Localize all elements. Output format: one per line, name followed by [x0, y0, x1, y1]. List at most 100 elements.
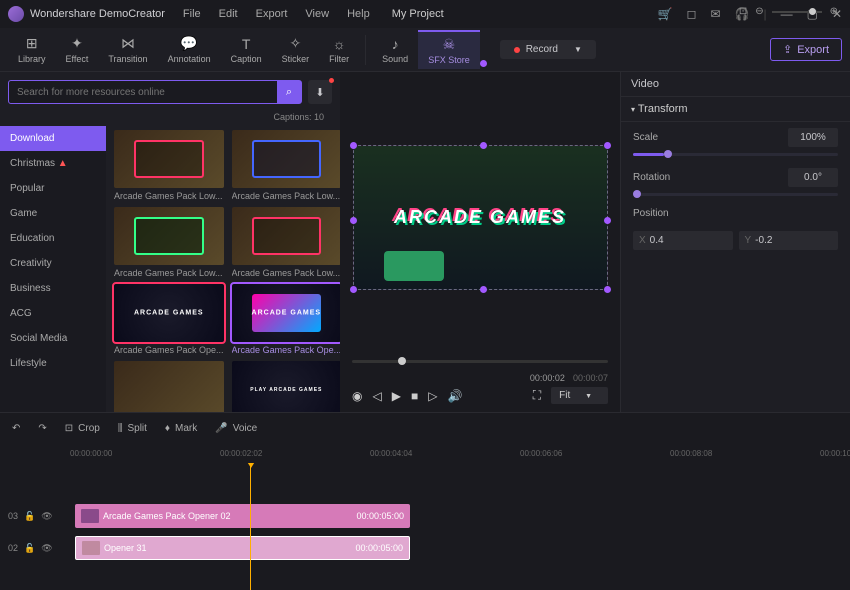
scale-slider[interactable] [633, 153, 838, 156]
menu-view[interactable]: View [305, 8, 329, 20]
category-acg[interactable]: ACG [0, 301, 106, 326]
scale-label: Scale [633, 132, 681, 143]
next-frame-icon[interactable]: ▷ [428, 389, 437, 403]
props-tab-video[interactable]: Video [621, 72, 850, 97]
redo-icon[interactable]: ↷ [38, 423, 46, 434]
category-popular[interactable]: Popular [0, 176, 106, 201]
sticker-icon: ✧ [290, 35, 302, 52]
timeline: ↶ ↷ ⊡Crop ⫼Split ♦Mark 🎤Voice ⊡ ⊖ ⊕ 00:0… [0, 412, 850, 590]
category-lifestyle[interactable]: Lifestyle [0, 351, 106, 376]
undo-icon[interactable]: ↶ [12, 423, 20, 434]
mail-icon[interactable]: ✉ [710, 7, 720, 21]
category-business[interactable]: Business [0, 276, 106, 301]
tool-sound[interactable]: ♪Sound [372, 32, 418, 68]
fit-dropdown[interactable]: Fit ▼ [551, 387, 608, 404]
record-button[interactable]: Record ▼ [500, 40, 596, 59]
main-area: ⌕ ⬇ Captions: 10 Download Christmas ▲ Po… [0, 72, 850, 412]
tool-filter[interactable]: ☼Filter [319, 32, 359, 68]
tool-caption[interactable]: TCaption [221, 32, 272, 68]
rotation-value[interactable]: 0.0° [788, 168, 838, 187]
lock-icon[interactable]: 🔓 [24, 511, 35, 522]
category-creativity[interactable]: Creativity [0, 251, 106, 276]
sound-icon: ♪ [392, 36, 399, 52]
prev-frame-icon[interactable]: ◁ [372, 389, 381, 403]
cart-icon[interactable]: 🛒 [658, 7, 673, 21]
volume-icon[interactable]: 🔊 [447, 389, 462, 403]
zoom-out-icon[interactable]: ⊖ [755, 6, 763, 17]
menu-help[interactable]: Help [347, 8, 370, 20]
position-x-input[interactable]: X0.4 [633, 231, 733, 250]
play-icon[interactable]: ▶ [392, 389, 401, 403]
props-section-transform[interactable]: ▾ Transform [621, 97, 850, 122]
eye-icon[interactable]: 👁 [41, 511, 52, 522]
category-game[interactable]: Game [0, 201, 106, 226]
tool-transition[interactable]: ⋈Transition [98, 31, 157, 68]
tool-sfx-store[interactable]: ☠SFX Store [418, 30, 480, 69]
fit-timeline-icon[interactable]: ⊡ [739, 6, 747, 17]
split-button[interactable]: ⫼Split [118, 423, 147, 434]
fullscreen-icon[interactable]: ⛶ [533, 388, 541, 403]
search-button[interactable]: ⌕ [277, 81, 301, 103]
mark-button[interactable]: ♦Mark [165, 423, 197, 434]
search-box: ⌕ [8, 80, 302, 104]
tool-annotation[interactable]: 💬Annotation [158, 31, 221, 68]
preview-scrubber[interactable] [352, 360, 608, 363]
category-download[interactable]: Download [0, 126, 106, 151]
preview-canvas[interactable]: ARCADE GAMES [352, 80, 608, 354]
rotation-label: Rotation [633, 172, 681, 183]
download-button[interactable]: ⬇ [308, 80, 332, 104]
chevron-down-icon: ▼ [574, 45, 582, 54]
tool-effect[interactable]: ✦Effect [56, 31, 99, 68]
export-button[interactable]: ⇪ Export [770, 38, 842, 61]
library-panel: ⌕ ⬇ Captions: 10 Download Christmas ▲ Po… [0, 72, 340, 412]
transition-icon: ⋈ [121, 35, 135, 52]
category-education[interactable]: Education [0, 226, 106, 251]
menubar: File Edit Export View Help [183, 8, 370, 20]
preview-frame[interactable]: ARCADE GAMES [353, 145, 608, 290]
asset-card[interactable]: PLAY ARCADE GAMES [232, 361, 340, 412]
timeline-ruler[interactable]: 00:00:00:00 00:00:02:02 00:00:04:04 00:0… [0, 443, 850, 463]
eye-icon[interactable]: 👁 [41, 543, 52, 554]
effect-icon: ✦ [71, 35, 83, 52]
zoom-in-icon[interactable]: ⊕ [830, 6, 838, 17]
menu-edit[interactable]: Edit [219, 8, 238, 20]
menu-export[interactable]: Export [256, 8, 288, 20]
category-christmas[interactable]: Christmas ▲ [0, 151, 106, 176]
zoom-slider[interactable] [772, 11, 822, 13]
clip-thumb-icon [81, 509, 99, 523]
category-social-media[interactable]: Social Media [0, 326, 106, 351]
time-total: 00:00:07 [573, 373, 608, 383]
playhead[interactable] [250, 463, 251, 590]
menu-file[interactable]: File [183, 8, 201, 20]
search-input[interactable] [9, 81, 277, 103]
user-icon[interactable]: ◻ [686, 7, 696, 21]
app-title: Wondershare DemoCreator [30, 8, 165, 20]
crop-icon: ⊡ [65, 423, 73, 434]
tool-library[interactable]: ⊞Library [8, 31, 56, 68]
split-icon: ⫼ [118, 423, 123, 434]
tool-sticker[interactable]: ✧Sticker [272, 31, 320, 68]
timeline-toolbar: ↶ ↷ ⊡Crop ⫼Split ♦Mark 🎤Voice ⊡ ⊖ ⊕ [0, 413, 850, 443]
library-icon: ⊞ [26, 35, 38, 52]
asset-card[interactable]: Arcade Games Pack Low... [232, 130, 340, 201]
voice-button[interactable]: 🎤Voice [215, 423, 257, 434]
lock-icon[interactable]: 🔓 [24, 543, 35, 554]
asset-card[interactable] [114, 361, 224, 412]
crop-button[interactable]: ⊡Crop [65, 423, 100, 434]
download-icon: ⬇ [315, 86, 324, 99]
snapshot-icon[interactable]: ◉ [352, 389, 362, 403]
rotation-slider[interactable] [633, 193, 838, 196]
asset-card-selected[interactable]: ARCADE GAMESArcade Games Pack Ope... [232, 284, 340, 355]
scale-value[interactable]: 100% [788, 128, 838, 147]
asset-card[interactable]: ARCADE GAMESArcade Games Pack Ope... [114, 284, 224, 355]
asset-card[interactable]: Arcade Games Pack Low... [114, 207, 224, 278]
track-id: 02 [8, 543, 18, 553]
asset-card[interactable]: Arcade Games Pack Low... [114, 130, 224, 201]
position-y-input[interactable]: Y-0.2 [739, 231, 839, 250]
stop-icon[interactable]: ■ [411, 389, 418, 403]
asset-card[interactable]: Arcade Games Pack Low... [232, 207, 340, 278]
timeline-clip-selected[interactable]: Opener 31 00:00:05:00 [75, 536, 410, 560]
time-current: 00:00:02 [530, 373, 565, 383]
clip-duration: 00:00:05:00 [355, 543, 403, 553]
timeline-clip[interactable]: Arcade Games Pack Opener 02 00:00:05:00 [75, 504, 410, 528]
